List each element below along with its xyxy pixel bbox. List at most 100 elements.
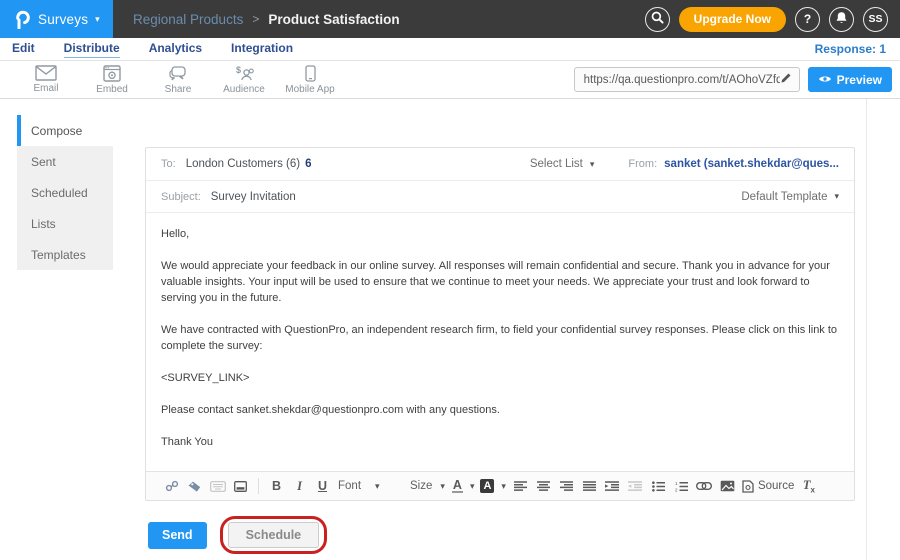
align-center-button[interactable]: [532, 475, 555, 497]
tag-icon: [187, 480, 202, 493]
remove-format-button[interactable]: Tx: [797, 475, 820, 497]
insert-link-button[interactable]: [693, 475, 716, 497]
underline-button[interactable]: U: [311, 475, 334, 497]
channel-label: Audience: [223, 84, 265, 95]
tab-distribute[interactable]: Distribute: [64, 41, 120, 58]
notifications-button[interactable]: [829, 7, 854, 32]
sidebar-item-templates[interactable]: Templates: [17, 239, 113, 270]
source-button[interactable]: Source: [739, 475, 797, 497]
channel-audience[interactable]: $ Audience: [211, 65, 277, 95]
preview-label: Preview: [837, 73, 882, 87]
svg-text:2: 2: [675, 487, 678, 492]
chevron-down-icon: ▾: [95, 14, 100, 25]
align-left-button[interactable]: [509, 475, 532, 497]
schedule-button[interactable]: Schedule: [228, 522, 320, 548]
insert-field-button[interactable]: [229, 475, 252, 497]
keyboard-icon: [210, 481, 226, 492]
compose-panel: To: London Customers (6) 6 Select List ▾…: [145, 147, 855, 501]
channel-buttons: Email Embed: [0, 65, 343, 95]
italic-button[interactable]: I: [288, 475, 311, 497]
channel-mobile-app[interactable]: Mobile App: [277, 65, 343, 95]
text-color-icon: A: [452, 480, 463, 493]
body-paragraph: We would appreciate your feedback in our…: [161, 258, 839, 306]
chevron-down-icon: ▾: [375, 481, 380, 492]
keyboard-button[interactable]: [206, 475, 229, 497]
template-dropdown[interactable]: Default Template ▾: [741, 191, 839, 203]
audience-icon: $: [233, 65, 255, 82]
survey-nav: Edit Distribute Analytics Integration Re…: [0, 38, 900, 61]
scrollbar-track[interactable]: [866, 99, 867, 560]
help-button[interactable]: ?: [795, 7, 820, 32]
from-value[interactable]: sanket (sanket.shekdar@ques...: [664, 158, 839, 170]
indent-button[interactable]: [601, 475, 624, 497]
question-mark-icon: ?: [804, 12, 811, 26]
channel-embed[interactable]: Embed: [79, 65, 145, 95]
select-list-dropdown[interactable]: Select List ▾: [530, 158, 595, 170]
merge-tag-button[interactable]: [183, 475, 206, 497]
smartphone-icon: [305, 65, 316, 82]
image-icon: [720, 480, 735, 492]
subject-label: Subject:: [161, 191, 201, 203]
channel-label: Share: [165, 84, 192, 95]
body-paragraph: Thank You: [161, 434, 839, 450]
distribute-sidebar: Compose Sent Scheduled Lists Templates: [17, 115, 113, 270]
font-dropdown[interactable]: Font ▾: [334, 480, 406, 492]
send-button[interactable]: Send: [148, 522, 207, 549]
justify-button[interactable]: [578, 475, 601, 497]
preview-button[interactable]: Preview: [808, 67, 892, 92]
channel-email[interactable]: Email: [13, 65, 79, 95]
subject-value[interactable]: Survey Invitation: [211, 191, 296, 203]
pencil-icon[interactable]: [780, 71, 792, 89]
sidebar-item-sent[interactable]: Sent: [17, 146, 113, 177]
surveys-menu[interactable]: Surveys ▾: [0, 0, 113, 38]
upgrade-now-button[interactable]: Upgrade Now: [679, 7, 786, 32]
bullet-list-button[interactable]: [647, 475, 670, 497]
align-right-icon: [560, 481, 573, 492]
size-dropdown[interactable]: Size ▾: [406, 480, 449, 492]
insert-anchor-button[interactable]: [160, 475, 183, 497]
recipient-count: 6: [305, 158, 311, 170]
email-body-editor[interactable]: Hello, We would appreciate your feedback…: [146, 213, 854, 471]
avatar[interactable]: SS: [863, 7, 888, 32]
topbar-actions: Upgrade Now ? SS: [645, 7, 900, 32]
bold-button[interactable]: B: [265, 475, 288, 497]
body-paragraph: We have contracted with QuestionPro, an …: [161, 322, 839, 354]
align-right-button[interactable]: [555, 475, 578, 497]
bell-icon: [835, 11, 848, 28]
chevron-down-icon: ▾: [590, 159, 595, 170]
insert-image-button[interactable]: [716, 475, 739, 497]
from-group: From: sanket (sanket.shekdar@ques...: [628, 158, 839, 170]
body-paragraph: <SURVEY_LINK>: [161, 370, 839, 386]
sidebar-item-lists[interactable]: Lists: [17, 208, 113, 239]
to-label: To:: [161, 158, 176, 170]
remove-format-icon: Tx: [803, 478, 815, 495]
breadcrumb-folder[interactable]: Regional Products: [133, 12, 243, 27]
chevron-down-icon: ▾: [834, 191, 839, 202]
tab-edit[interactable]: Edit: [12, 41, 35, 57]
anchor-link-icon: [165, 480, 179, 492]
text-color-button[interactable]: A ▾: [449, 475, 478, 497]
outdent-button[interactable]: [624, 475, 647, 497]
indent-icon: [605, 481, 619, 492]
sidebar-item-compose[interactable]: Compose: [17, 115, 113, 146]
tab-integration[interactable]: Integration: [231, 41, 293, 57]
align-center-icon: [537, 481, 550, 492]
channel-label: Email: [33, 83, 58, 94]
survey-url-field[interactable]: https://qa.questionpro.com/t/AOhoVZfqml: [574, 67, 800, 92]
sidebar-item-scheduled[interactable]: Scheduled: [17, 177, 113, 208]
annotation-highlight-ring: Schedule: [220, 516, 328, 554]
outdent-icon: [628, 481, 642, 492]
compose-actions: Send Schedule: [148, 516, 327, 554]
channel-share[interactable]: Share: [145, 65, 211, 95]
survey-link-area: https://qa.questionpro.com/t/AOhoVZfqml …: [574, 67, 900, 92]
body-paragraph: Hello,: [161, 226, 839, 242]
numbered-list-button[interactable]: 12: [670, 475, 693, 497]
to-row: To: London Customers (6) 6 Select List ▾…: [146, 148, 854, 181]
response-count[interactable]: Response: 1: [815, 42, 886, 56]
tab-analytics[interactable]: Analytics: [149, 41, 202, 57]
to-value[interactable]: London Customers (6): [186, 158, 300, 170]
search-button[interactable]: [645, 7, 670, 32]
highlight-color-button[interactable]: A ▾: [477, 475, 508, 497]
bullet-list-icon: [652, 481, 665, 492]
share-bubbles-icon: [168, 65, 189, 82]
